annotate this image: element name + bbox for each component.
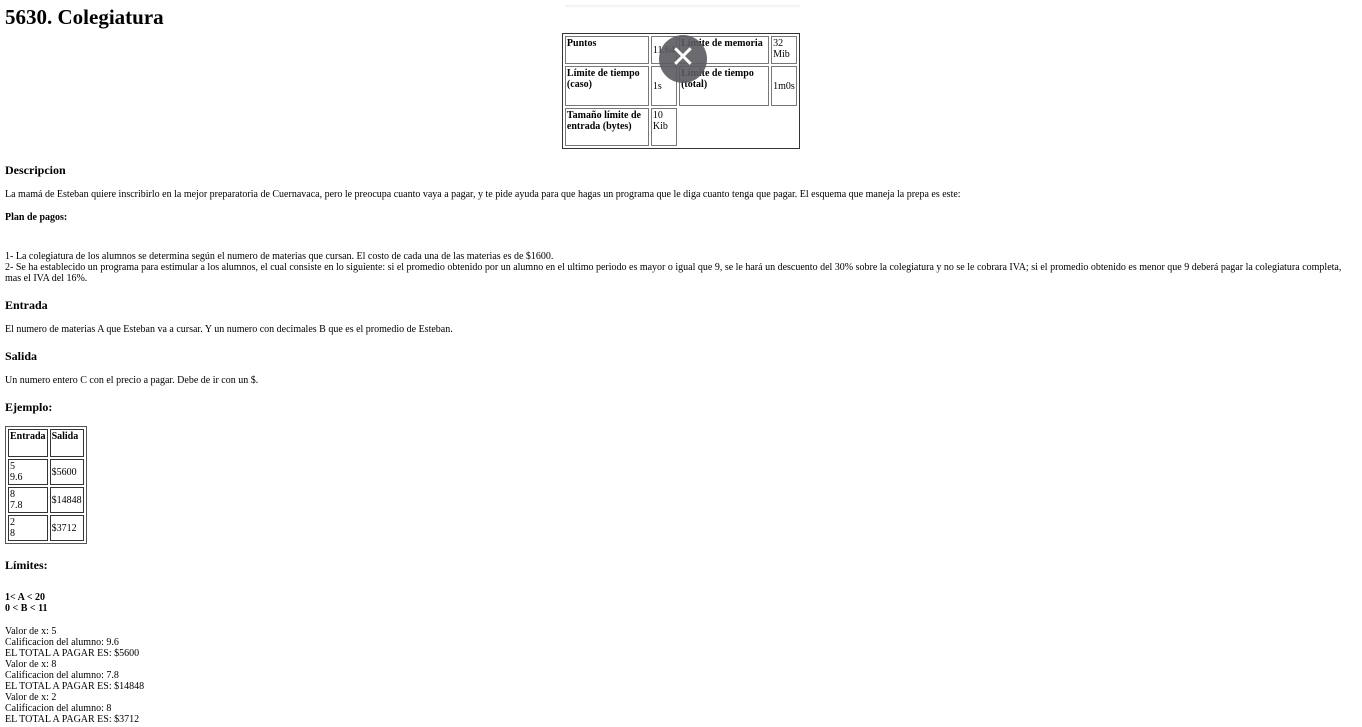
output-line: Valor de x: 5 [5,626,57,637]
input-b: 9.6 [10,472,23,483]
input-a: 5 [10,461,15,472]
tcaso-label: Límite de tiempo (caso) [566,68,640,90]
program-output: Valor de x: 5 Calificacion del alumno: 9… [5,626,1357,725]
top-bar [565,5,800,8]
input-a: 8 [10,489,15,500]
mem-value: 32 Mib [771,36,798,64]
output-c: $14848 [49,487,84,513]
desc-text: La mamá de Esteban quiere inscribirlo en… [5,189,961,200]
output-line: EL TOTAL A PAGAR ES: $14848 [5,681,145,692]
input-value: 10 Kib [650,108,678,146]
input-label: Tamaño límite de entrada (bytes) [566,110,641,132]
output-line: EL TOTAL A PAGAR ES: $5600 [5,648,140,659]
limites-heading: Límites: [5,558,48,572]
output-c: $3712 [49,515,84,541]
output-line: Calificacion del alumno: 9.6 [5,637,119,648]
example-table: Entrada Salida 5 9.6 $5600 8 7.8 $14848 2 8 $37… [5,426,87,544]
plan-item: 1- La colegiatura de los alumnos se dete… [5,251,554,262]
table-row: 8 7.8 $14848 [8,487,84,513]
desc-heading: Descripcion [5,163,66,177]
input-b: 7.8 [10,500,23,511]
entrada-text: El numero de materias A que Esteban va a… [5,324,453,335]
plan-item: 2- Se ha establecido un programa para es… [5,262,1342,284]
output-line: Valor de x: 2 [5,692,57,703]
output-line: Valor de x: 8 [5,659,57,670]
ttotal-value: 1m0s [771,66,798,106]
table-row: 5 9.6 $5600 [8,459,84,485]
output-line: EL TOTAL A PAGAR ES: $3712 [5,714,140,725]
header-entrada: Entrada [10,431,46,442]
close-icon[interactable]: ✕ [659,35,707,83]
output-line: Calificacion del alumno: 7.8 [5,670,119,681]
input-a: 2 [10,517,15,528]
page-title: 5630. Colegiatura [5,5,164,29]
header-salida: Salida [51,431,79,442]
output-line: Calificacion del alumno: 8 [5,703,112,714]
salida-heading: Salida [5,349,38,363]
ejemplo-heading: Ejemplo: [5,400,53,414]
puntos-label: Puntos [566,38,597,49]
plan-heading: Plan de pagos: [5,212,68,223]
limit-a: 1< A < 20 [5,592,46,603]
entrada-heading: Entrada [5,298,48,312]
limit-b: 0 < B < 11 [5,603,48,614]
input-b: 8 [10,528,15,539]
output-c: $5600 [49,459,84,485]
table-row: 2 8 $3712 [8,515,84,541]
salida-text: Un numero entero C con el precio a pagar… [5,375,259,386]
